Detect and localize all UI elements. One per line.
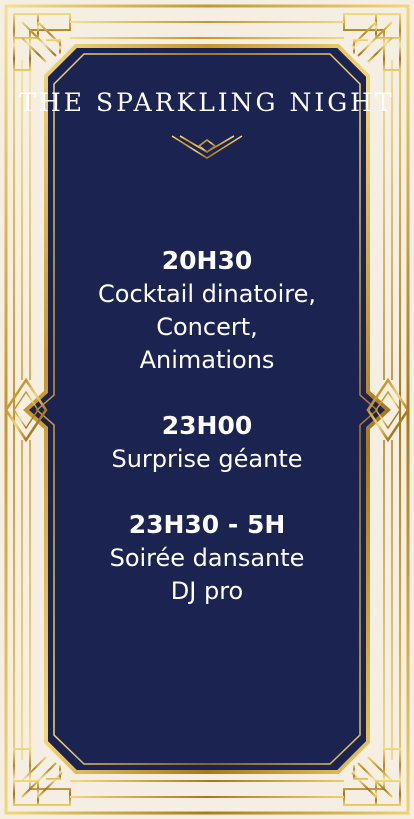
- program-line: Surprise géante: [111, 445, 303, 473]
- program-item: 23H00 Surprise géante: [40, 409, 374, 476]
- program-time: 20H30: [161, 246, 253, 275]
- program-time: 23H30 - 5H: [128, 510, 286, 539]
- program-time: 23H00: [161, 411, 253, 440]
- event-program: 20H30 Cocktail dinatoire, Concert, Anima…: [40, 244, 374, 640]
- program-item: 23H30 - 5H Soirée dansante DJ pro: [40, 508, 374, 608]
- program-line: Cocktail dinatoire,: [98, 280, 316, 308]
- sparkling-night-poster: THE SPARKLING NIGHT 20H30 Cocktail dinat…: [0, 0, 414, 819]
- program-line: DJ pro: [170, 577, 244, 605]
- program-item: 20H30 Cocktail dinatoire, Concert, Anima…: [40, 244, 374, 377]
- event-title: THE SPARKLING NIGHT: [19, 88, 395, 117]
- program-line: Concert,: [156, 313, 258, 341]
- program-line: Animations: [139, 346, 275, 374]
- program-line: Soirée dansante: [109, 544, 305, 572]
